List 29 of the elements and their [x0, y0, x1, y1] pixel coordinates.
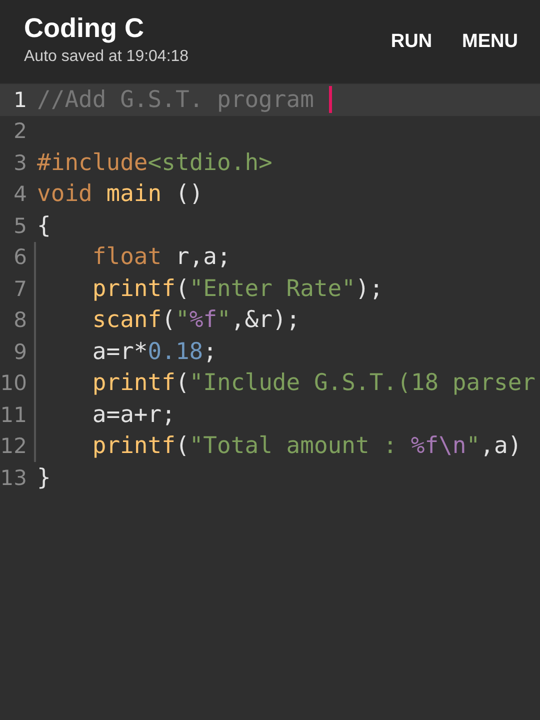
line-number: 12 [0, 434, 27, 458]
line-number: 10 [0, 371, 27, 396]
app-title: Coding C [24, 13, 145, 44]
text-cursor [328, 86, 332, 114]
line-number: 6 [12, 245, 27, 270]
code-line[interactable]: printf("Include G.S.T.(18 parser [37, 370, 536, 396]
line-number: 4 [12, 182, 27, 206]
code-line[interactable]: float r,a; [37, 244, 231, 270]
run-button[interactable]: RUN [386, 24, 436, 58]
line-number: 8 [12, 308, 27, 332]
line-number: 13 [0, 466, 27, 490]
line-number: 2 [12, 119, 27, 144]
code-line[interactable]: a=a+r; [37, 402, 176, 428]
line-number: 1 [12, 88, 27, 112]
line-number: 5 [12, 214, 27, 238]
line-number: 3 [12, 150, 27, 175]
line-number: 11 [0, 402, 27, 427]
code-line[interactable]: printf("Enter Rate"); [37, 276, 384, 302]
code-line[interactable]: scanf("%f",&r); [37, 307, 300, 334]
line-number: 7 [12, 276, 27, 301]
code-line[interactable]: } [37, 464, 51, 491]
code-line[interactable]: a=r*0.18; [37, 338, 218, 365]
line-number: 9 [12, 340, 27, 364]
code-line[interactable]: { [37, 212, 51, 239]
autosave-status: Auto saved at 19:04:18 [24, 48, 189, 66]
code-line[interactable]: void main () [37, 181, 204, 208]
code-line[interactable]: #include<stdio.h> [37, 150, 272, 176]
code-line[interactable]: printf("Total amount : %f\n",a) [37, 433, 522, 460]
menu-button[interactable]: MENU [458, 24, 522, 58]
